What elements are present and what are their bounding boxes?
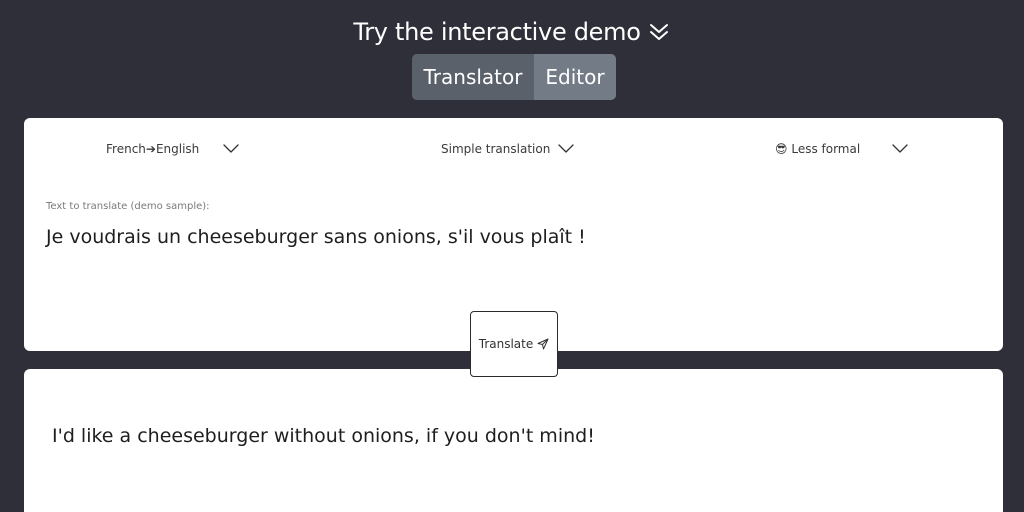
demo-header[interactable]: Try the interactive demo bbox=[0, 14, 1024, 50]
tone-label: Less formal bbox=[791, 142, 861, 156]
chevron-down-icon bbox=[222, 140, 240, 158]
demo-title: Try the interactive demo bbox=[353, 18, 641, 46]
translator-tab[interactable]: Translator bbox=[412, 54, 534, 100]
double-chevron-down-icon[interactable] bbox=[647, 20, 671, 44]
chevron-down-icon bbox=[891, 140, 909, 158]
language-pair-dropdown[interactable]: French➔English bbox=[106, 140, 239, 158]
sunglasses-emoji-icon: 😎 bbox=[775, 142, 788, 156]
input-field-label: Text to translate (demo sample): bbox=[46, 201, 210, 212]
source-text-input[interactable]: Je voudrais un cheeseburger sans onions,… bbox=[46, 226, 946, 248]
editor-tab[interactable]: Editor bbox=[534, 54, 616, 100]
translation-mode-label: Simple translation bbox=[441, 142, 551, 156]
language-pair-label: French➔English bbox=[106, 142, 200, 156]
translated-text-output: I'd like a cheeseburger without onions, … bbox=[52, 425, 595, 447]
send-icon bbox=[537, 338, 549, 350]
tone-dropdown[interactable]: 😎 Less formal bbox=[775, 140, 908, 158]
translate-button-label: Translate bbox=[478, 337, 534, 351]
chevron-down-icon bbox=[557, 140, 575, 158]
translation-mode-dropdown[interactable]: Simple translation bbox=[441, 140, 574, 158]
mode-toggle: Translator Editor bbox=[412, 54, 616, 100]
translate-button[interactable]: Translate bbox=[470, 311, 558, 377]
